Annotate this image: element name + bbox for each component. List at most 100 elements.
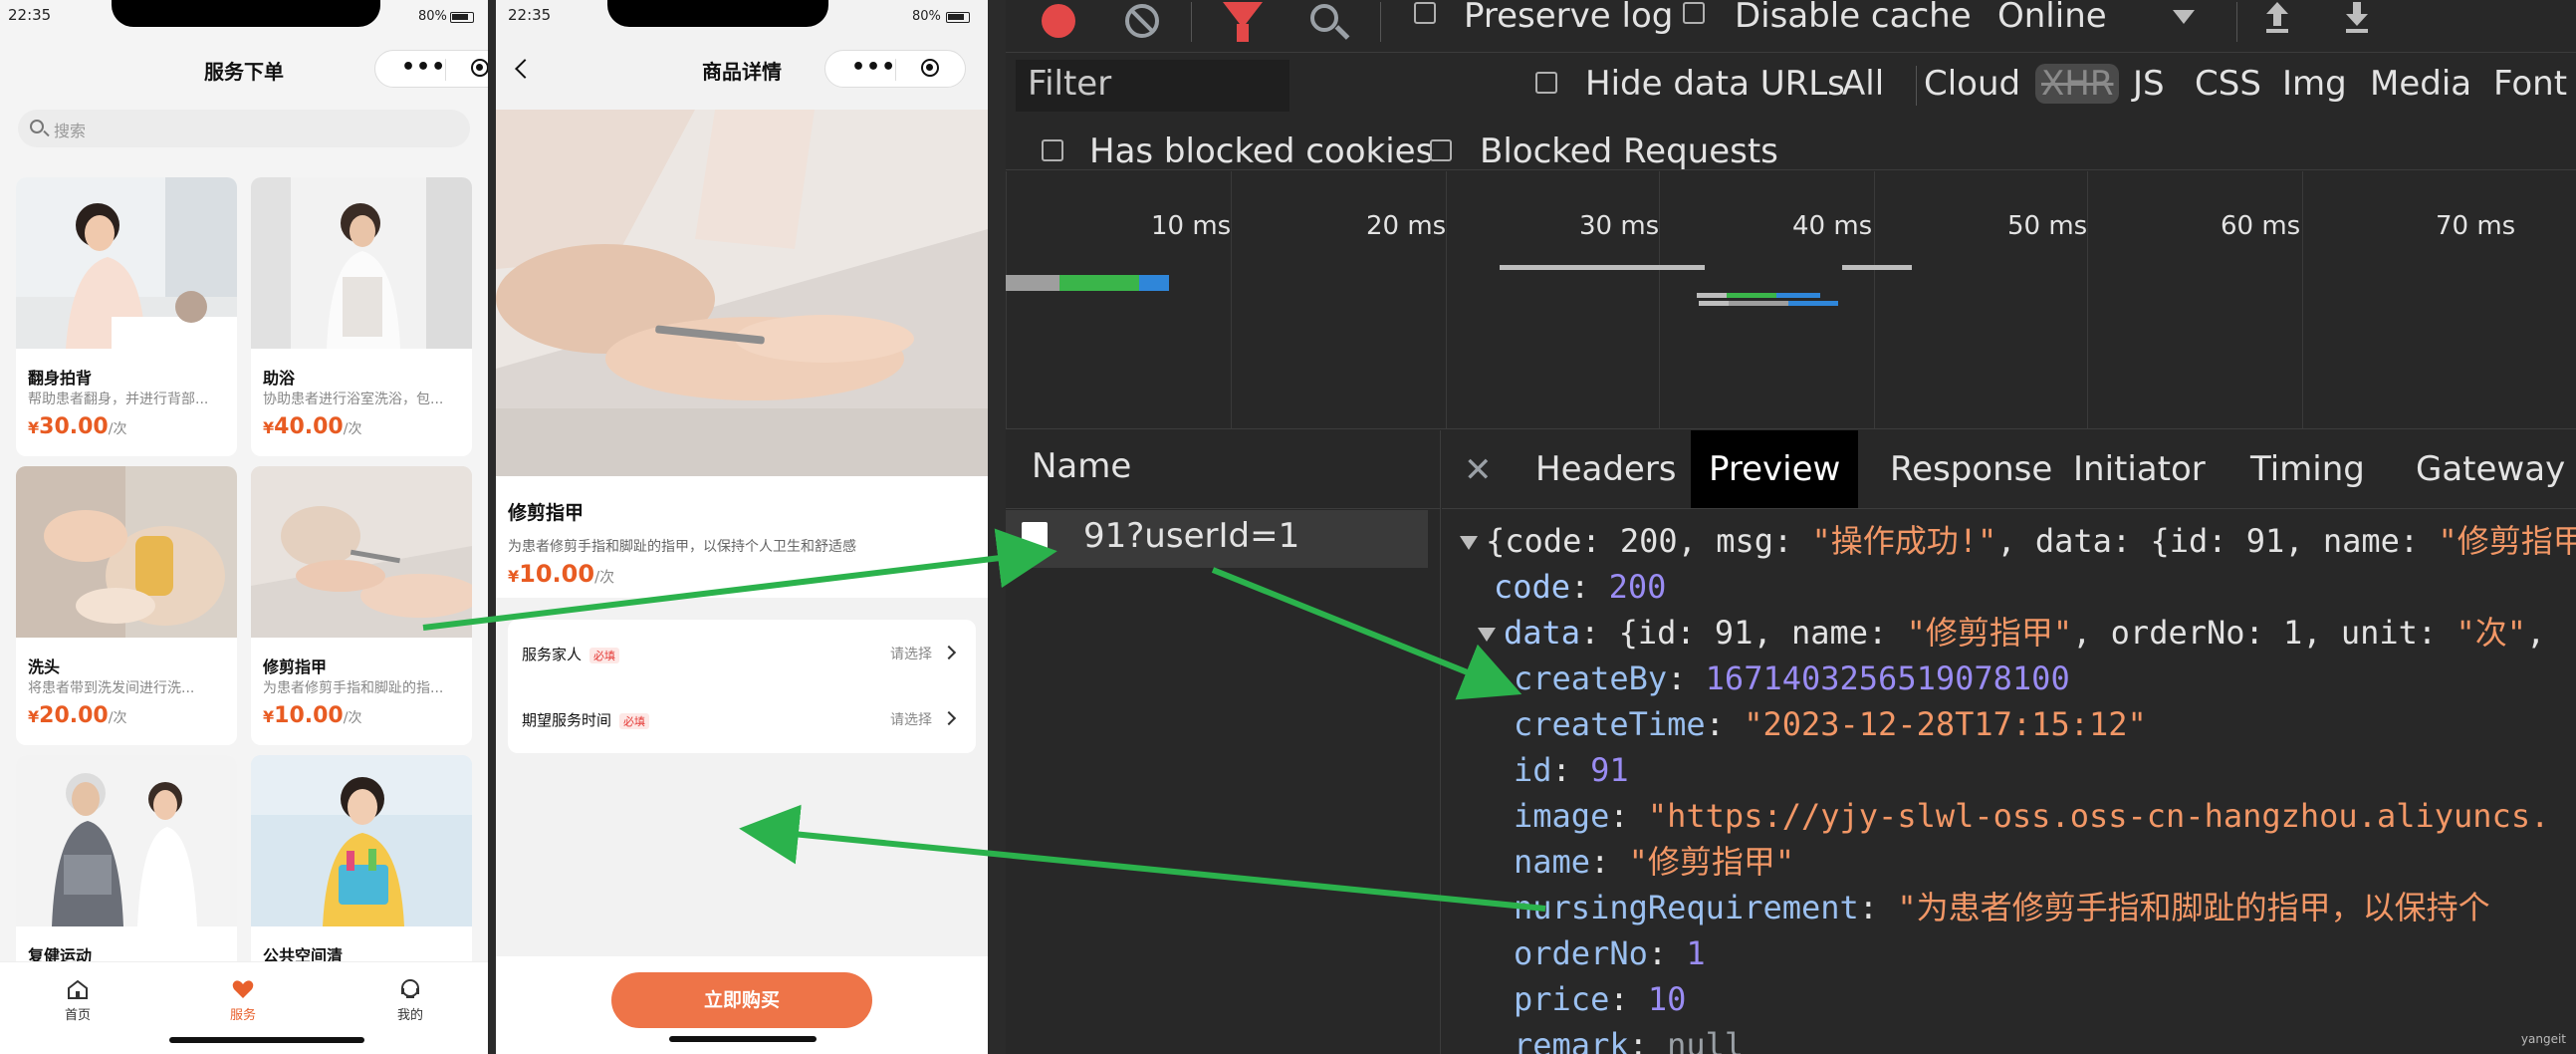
chevron-down-icon[interactable]: [2173, 10, 2195, 24]
throttle-select[interactable]: Online: [1997, 0, 2107, 36]
home-indicator: [169, 1037, 364, 1043]
name-column-header[interactable]: Name: [1006, 430, 1440, 509]
filter-css[interactable]: CSS: [2195, 64, 2261, 104]
buy-now-button[interactable]: 立即购买: [611, 972, 872, 1028]
battery-icon: [450, 12, 474, 23]
close-miniapp-icon[interactable]: [921, 59, 939, 77]
tab-headers[interactable]: Headers: [1518, 430, 1695, 508]
timeline-tick-label: 10 ms: [1151, 211, 1232, 241]
blocked-requests-label: Blocked Requests: [1480, 132, 1778, 171]
json-field: name: "修剪指甲": [1514, 843, 1795, 881]
tab-profile[interactable]: 我的: [370, 978, 450, 1023]
service-image: [16, 755, 237, 926]
json-field: id: 91: [1514, 751, 1629, 789]
phone-notch: [607, 0, 828, 27]
service-card[interactable]: 修剪指甲 为患者修剪手指和脚趾的指... ¥10.00/次: [251, 466, 472, 745]
more-icon[interactable]: •••: [851, 57, 896, 79]
filter-icon[interactable]: [1223, 2, 1263, 42]
service-title: 修剪指甲: [263, 658, 328, 676]
filter-xhr[interactable]: XHR: [2035, 64, 2120, 104]
close-icon[interactable]: ✕: [1464, 450, 1493, 490]
filter-cloud[interactable]: Cloud: [1924, 64, 2020, 104]
search-icon: [30, 120, 44, 133]
service-card[interactable]: 助浴 协助患者进行浴室洗浴，包... ¥40.00/次: [251, 177, 472, 456]
upload-icon[interactable]: [2262, 0, 2292, 34]
preserve-log-checkbox[interactable]: [1414, 2, 1436, 24]
download-icon[interactable]: [2342, 0, 2372, 34]
expand-triangle-icon[interactable]: [1460, 536, 1478, 550]
currency-symbol: ¥: [508, 567, 520, 586]
request-row[interactable]: 91?userId=1: [1006, 510, 1428, 568]
battery-level: 80%: [912, 9, 941, 24]
search-icon[interactable]: [1310, 4, 1338, 32]
timeline-bar: [1729, 301, 1788, 306]
filter-js[interactable]: JS: [2133, 64, 2165, 104]
disable-cache-checkbox[interactable]: [1683, 2, 1705, 24]
tab-timing[interactable]: Timing: [2232, 430, 2383, 508]
search-bar[interactable]: 搜索: [18, 110, 470, 147]
json-field: image: "https://yjy-slwl-oss.oss-cn-hang…: [1514, 797, 2550, 835]
filter-font[interactable]: Font: [2493, 64, 2567, 104]
miniapp-capsule[interactable]: •••: [824, 50, 966, 88]
tab-gateway[interactable]: Gateway: [2398, 430, 2576, 508]
close-miniapp-icon[interactable]: [471, 59, 488, 77]
tab-home[interactable]: 首页: [38, 978, 117, 1023]
json-field: nursingRequirement: "为患者修剪手指和脚趾的指甲，以保持个: [1514, 889, 2490, 926]
filter-divider: [1916, 66, 1917, 106]
service-image: [16, 466, 237, 638]
json-root-summary[interactable]: {code: 200, msg: "操作成功!", data: {id: 91,…: [1460, 518, 2576, 564]
request-detail: ✕ Headers Preview Response Initiator Tim…: [1442, 430, 2576, 1054]
price-unit: /次: [108, 710, 127, 726]
service-price: ¥20.00/次: [28, 703, 126, 728]
more-icon[interactable]: •••: [401, 57, 446, 79]
file-icon: [1022, 522, 1048, 556]
product-desc: 为患者修剪手指和脚趾的指甲，以保持个人卫生和舒适感: [508, 539, 856, 555]
timeline-tick-label: 70 ms: [2436, 211, 2516, 241]
tab-response[interactable]: Response: [1872, 430, 2070, 508]
tab-service[interactable]: 服务: [203, 978, 283, 1023]
detail-tabs: ✕ Headers Preview Response Initiator Tim…: [1442, 430, 2576, 509]
json-field: orderNo: 1: [1514, 934, 1706, 972]
hide-data-urls-checkbox[interactable]: [1535, 72, 1557, 94]
filter-img[interactable]: Img: [2282, 64, 2347, 104]
timeline-bar: [1059, 275, 1139, 291]
tab-initiator[interactable]: Initiator: [2055, 430, 2224, 508]
product-name: 修剪指甲: [508, 502, 585, 524]
json-data-summary[interactable]: data: {id: 91, name: "修剪指甲", orderNo: 1,…: [1478, 610, 2545, 656]
miniapp-capsule[interactable]: •••: [374, 50, 488, 88]
search-placeholder: 搜索: [54, 122, 87, 140]
form-row-time[interactable]: 期望服务时间 必填 请选择: [508, 685, 976, 751]
status-time: 22:35: [8, 6, 52, 24]
tab-label: 服务: [229, 1008, 256, 1023]
form-row-family[interactable]: 服务家人 必填 请选择: [508, 620, 976, 685]
record-icon[interactable]: [1042, 4, 1075, 38]
price-value: 10.00: [274, 703, 344, 728]
service-price: ¥30.00/次: [28, 414, 126, 439]
service-title: 洗头: [28, 658, 61, 676]
tab-label: 首页: [64, 1008, 91, 1023]
filter-all[interactable]: All: [1842, 64, 1884, 104]
network-overview-timeline[interactable]: 10 ms 20 ms 30 ms 40 ms 50 ms 60 ms 70 m…: [1006, 171, 2576, 429]
filter-input[interactable]: Filter: [1016, 60, 1289, 112]
service-card[interactable]: 翻身拍背 帮助患者翻身，并进行背部... ¥30.00/次: [16, 177, 237, 456]
timeline-gridline: [1874, 171, 1875, 428]
form-value: 请选择: [890, 712, 932, 728]
timeline-tick-label: 40 ms: [1792, 211, 1873, 241]
bottom-tab-bar: 首页 服务 我的: [0, 961, 488, 1054]
blocked-cookies-checkbox[interactable]: [1042, 139, 1063, 161]
service-image: [251, 755, 472, 926]
timeline-bar: [1139, 275, 1169, 291]
form-value: 请选择: [890, 647, 932, 662]
hide-data-urls-label: Hide data URLs: [1585, 64, 1845, 104]
clear-icon[interactable]: [1125, 4, 1159, 38]
filter-media[interactable]: Media: [2370, 64, 2471, 104]
price-value: 30.00: [39, 414, 109, 439]
service-card[interactable]: 洗头 将患者带到洗发间进行洗... ¥20.00/次: [16, 466, 237, 745]
currency-symbol: ¥: [28, 707, 40, 726]
blocked-requests-checkbox[interactable]: [1430, 139, 1452, 161]
tab-preview[interactable]: Preview: [1691, 430, 1859, 508]
expand-triangle-icon[interactable]: [1478, 628, 1496, 642]
timeline-bar: [1788, 301, 1838, 306]
service-title: 翻身拍背: [28, 369, 93, 388]
timeline-bar: [1776, 293, 1820, 298]
